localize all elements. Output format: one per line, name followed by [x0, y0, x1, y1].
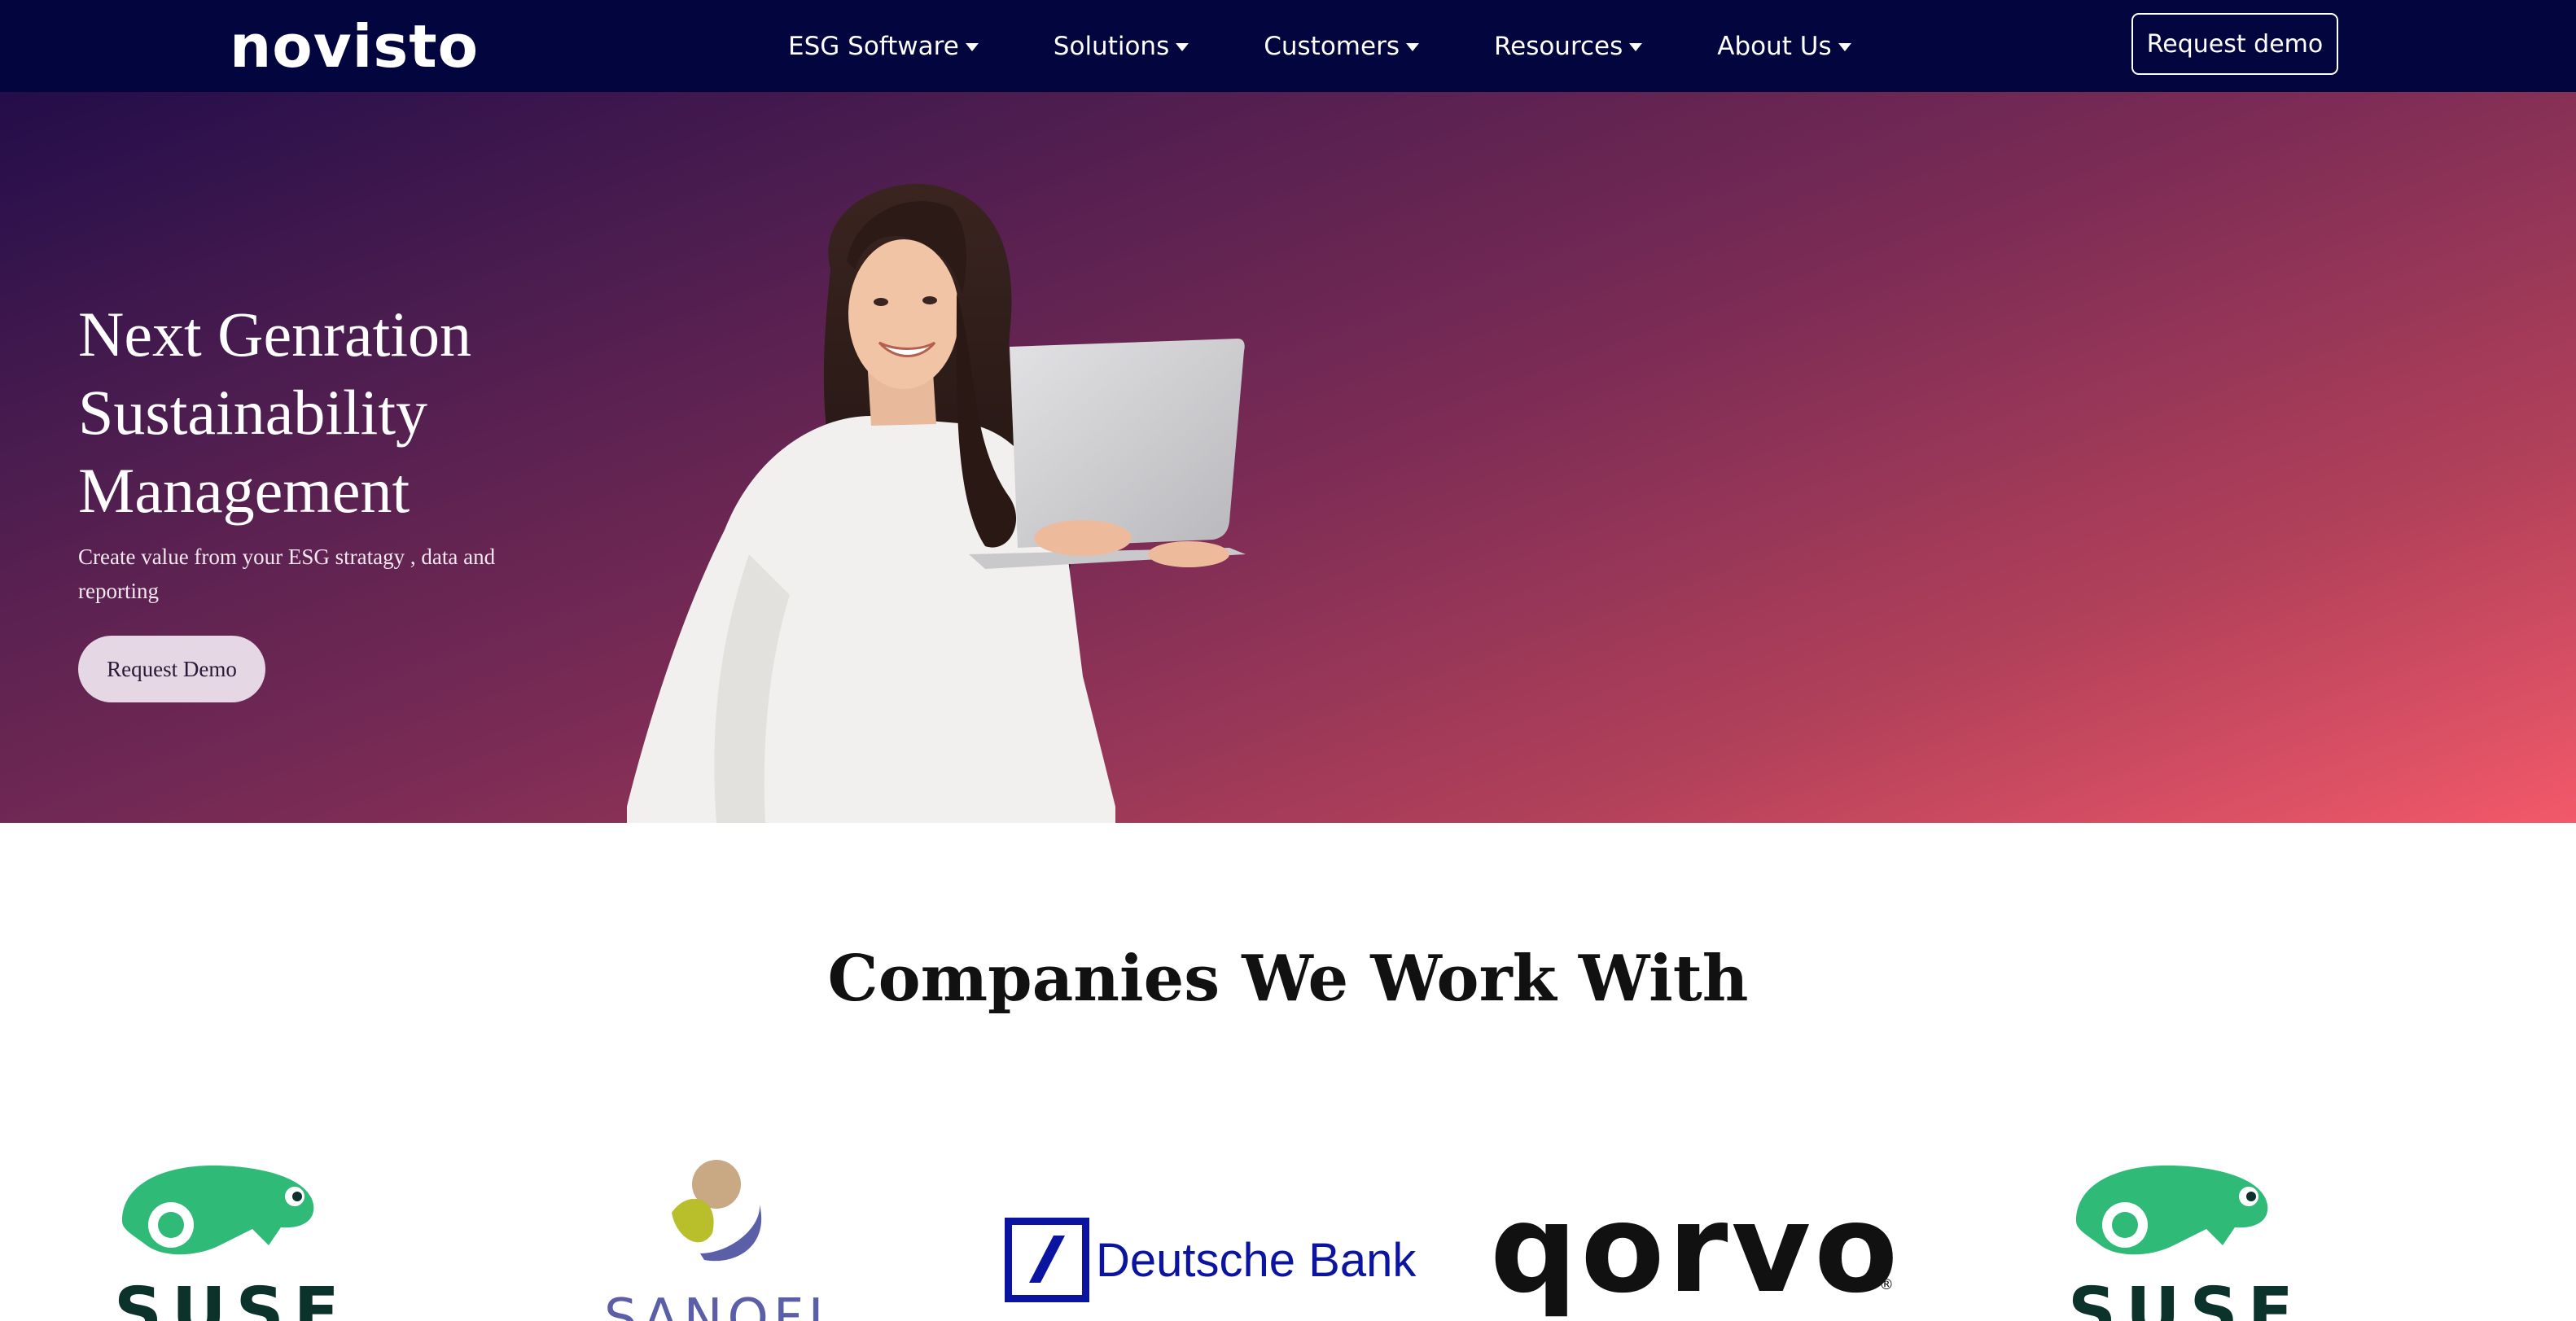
- chameleon-icon: [122, 1165, 314, 1255]
- qorvo-logo: qorvo ®: [1490, 1156, 1898, 1321]
- caret-down-icon: [1405, 42, 1419, 51]
- nav-customers[interactable]: Customers: [1264, 32, 1419, 61]
- companies-title: Companies We Work With: [827, 942, 1749, 1016]
- novisto-logo[interactable]: novisto: [230, 11, 490, 81]
- hero-title-line: Sustainability: [78, 377, 427, 448]
- deutsche-bank-wordmark: Deutsche Bank: [1096, 1234, 1417, 1287]
- nav-resources[interactable]: Resources: [1493, 31, 1643, 61]
- top-navbar: novisto ESG Software Solutions Customers…: [0, 0, 2576, 92]
- caret-down-icon: [1629, 42, 1643, 51]
- nav-esg-software[interactable]: ESG Software: [788, 32, 979, 61]
- request-demo-nav-button[interactable]: Request demo: [2131, 13, 2338, 75]
- nav-label: Solutions: [1053, 31, 1170, 61]
- registered-mark: ®: [1879, 1276, 1894, 1293]
- nav-solutions[interactable]: Solutions: [1054, 32, 1189, 61]
- nav-label: Customers: [1264, 31, 1400, 61]
- hero-subtitle: Create value from your ESG stratagy , da…: [78, 545, 496, 603]
- company-logo-carousel: SUSE SANOFI Deutsche Bank qorvo ® SUSE: [0, 1156, 2576, 1321]
- sanofi-bird-icon: [672, 1160, 762, 1262]
- nav-about-us[interactable]: About Us: [1717, 32, 1851, 61]
- caret-down-icon: [1176, 42, 1189, 51]
- suse-logo: SUSE: [114, 1156, 340, 1321]
- nav-label: About Us: [1717, 31, 1832, 61]
- main-nav: ESG Software Solutions Customers Resourc…: [788, 0, 1926, 92]
- hero-title-line: Management: [78, 455, 410, 526]
- woman-with-laptop-image: [627, 183, 1246, 823]
- chameleon-icon: [2076, 1165, 2268, 1255]
- caret-down-icon: [1838, 42, 1851, 51]
- hero-title-line: Next Genration: [78, 299, 472, 370]
- sanofi-wordmark: SANOFI: [604, 1288, 829, 1321]
- qorvo-wordmark: qorvo: [1490, 1179, 1902, 1320]
- db-slash-icon: [1005, 1218, 1089, 1302]
- sanofi-logo: SANOFI: [602, 1156, 830, 1321]
- caret-down-icon: [965, 42, 979, 51]
- logo-text: novisto: [230, 12, 480, 81]
- suse-wordmark: SUSE: [2068, 1274, 2303, 1321]
- suse-wordmark: SUSE: [114, 1274, 349, 1321]
- hero-section: Next Genration Sustainability Management…: [0, 92, 2576, 823]
- suse-logo: SUSE: [2068, 1156, 2293, 1321]
- nav-label: Resources: [1493, 31, 1623, 61]
- nav-label: ESG Software: [788, 31, 959, 61]
- hero-title: Next Genration Sustainability Management: [78, 295, 599, 530]
- request-demo-hero-button[interactable]: Request Demo: [78, 636, 265, 702]
- deutsche-bank-logo: Deutsche Bank: [1005, 1156, 1416, 1321]
